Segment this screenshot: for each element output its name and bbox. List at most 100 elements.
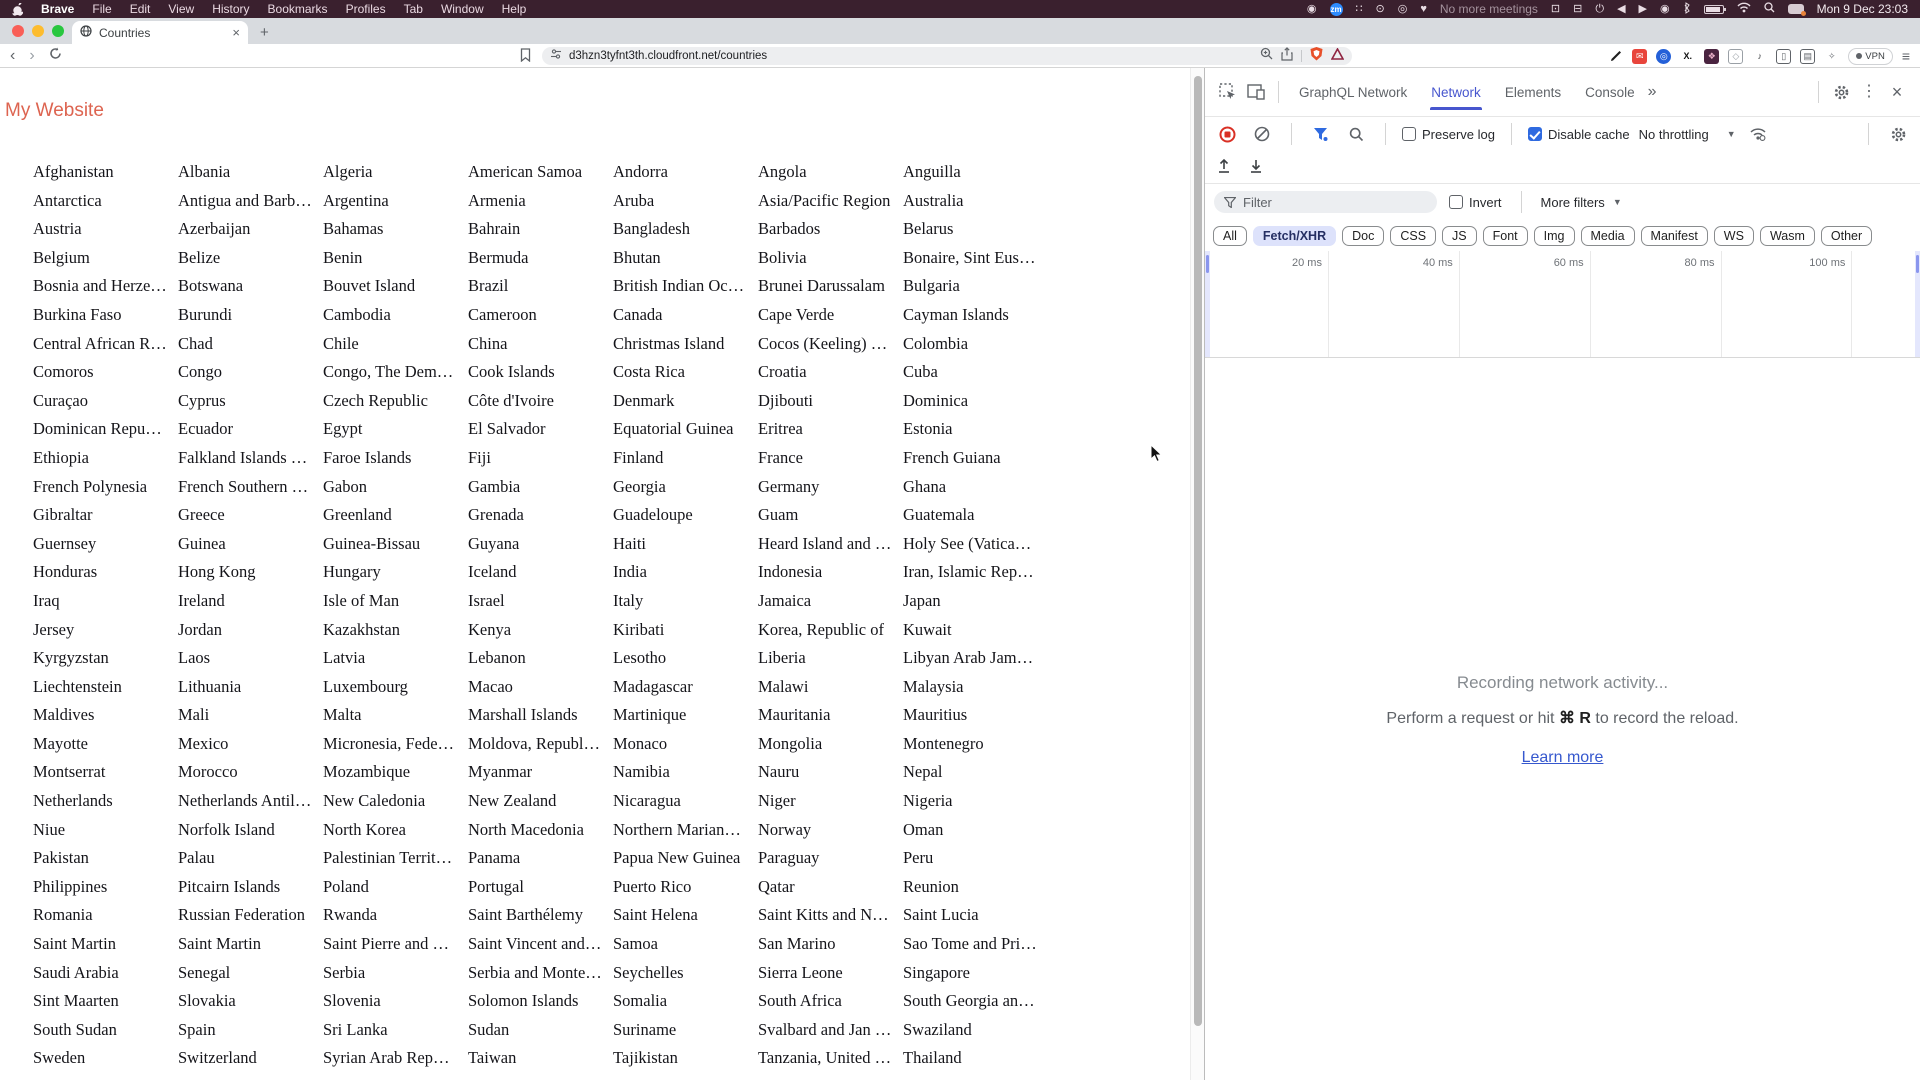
reload-button[interactable] — [49, 47, 62, 65]
mail-extension-icon[interactable]: ✉ — [1632, 48, 1648, 64]
disable-cache-checkbox[interactable]: Disable cache — [1527, 127, 1630, 142]
meeting-status-text[interactable]: No more meetings — [1440, 2, 1538, 16]
power-icon[interactable]: ⏻ — [1595, 3, 1604, 15]
import-har-icon[interactable] — [1217, 158, 1231, 177]
paste-app-icon[interactable]: ⊡ — [1551, 3, 1560, 15]
chip-fetch-xhr[interactable]: Fetch/XHR — [1252, 225, 1337, 246]
page-scrollbar-thumb[interactable] — [1194, 76, 1202, 1026]
more-tabs-icon[interactable]: » — [1648, 84, 1657, 100]
forward-button[interactable]: › — [29, 47, 34, 64]
bookmark-icon[interactable] — [520, 48, 531, 67]
filter-toggle-icon[interactable] — [1308, 121, 1334, 147]
network-overview-timeline[interactable]: 20 ms 40 ms 60 ms 80 ms 100 ms — [1205, 251, 1920, 358]
volume-icon[interactable]: ◀ — [1617, 3, 1625, 15]
menu-help[interactable]: Help — [502, 2, 527, 16]
menu-brave[interactable]: Brave — [41, 2, 74, 16]
devtools-close-icon[interactable]: × — [1884, 79, 1910, 105]
search-network-icon[interactable] — [1343, 121, 1369, 147]
card-extension-icon[interactable]: ▤ — [1800, 48, 1816, 64]
menu-history[interactable]: History — [212, 2, 249, 16]
pen-extension-icon[interactable] — [1608, 49, 1623, 64]
devtools-settings-gear-icon[interactable] — [1828, 79, 1854, 105]
atom-extension-icon[interactable]: ◎ — [1656, 48, 1672, 64]
browser-menu-button[interactable]: ≡ — [1902, 48, 1910, 64]
devtools-tab-elements[interactable]: Elements — [1494, 68, 1572, 116]
url-text[interactable]: d3hzn3tyfnt3th.cloudfront.net/countries — [569, 50, 1253, 62]
chip-img[interactable]: Img — [1533, 225, 1575, 246]
invert-filter-checkbox[interactable]: Invert — [1449, 195, 1502, 210]
keystrokes-icon[interactable]: ∷ — [1356, 3, 1363, 15]
wifi-icon[interactable] — [1737, 2, 1751, 16]
profile-switcher-icon[interactable] — [1787, 4, 1806, 16]
export-har-icon[interactable] — [1249, 158, 1263, 177]
close-window-button[interactable] — [12, 25, 24, 37]
devtools-kebab-menu-icon[interactable]: ⋮ — [1856, 79, 1882, 105]
site-permissions-icon[interactable] — [550, 47, 562, 65]
record-network-log-icon[interactable] — [1214, 121, 1240, 147]
account-icon[interactable]: ◉ — [1660, 3, 1670, 15]
menu-tab[interactable]: Tab — [404, 2, 423, 16]
throttling-dropdown[interactable]: No throttling ▼ — [1639, 127, 1736, 142]
timeline-left-handle[interactable] — [1205, 251, 1210, 357]
heart-icon[interactable]: ♥ — [1420, 3, 1427, 15]
chip-css[interactable]: CSS — [1390, 225, 1437, 246]
menu-edit[interactable]: Edit — [130, 2, 151, 16]
spotlight-search-icon[interactable] — [1763, 2, 1775, 16]
chip-media[interactable]: Media — [1580, 225, 1635, 246]
window-layout-icon[interactable]: ⊟ — [1573, 3, 1582, 15]
chip-js[interactable]: JS — [1442, 225, 1477, 246]
device-toolbar-icon[interactable] — [1243, 79, 1269, 105]
zoom-app-icon[interactable]: zm — [1329, 2, 1343, 16]
brave-rewards-icon[interactable] — [1330, 47, 1345, 65]
screen-record-icon[interactable]: ◉ — [1307, 3, 1317, 15]
chip-all[interactable]: All — [1213, 225, 1247, 246]
menu-profiles[interactable]: Profiles — [346, 2, 386, 16]
menu-file[interactable]: File — [92, 2, 111, 16]
clear-network-log-icon[interactable] — [1249, 121, 1275, 147]
battery-icon[interactable] — [1703, 4, 1726, 14]
outline-extension-icon[interactable]: ◇ — [1728, 48, 1744, 64]
time-tracker-icon[interactable]: ⊙ — [1376, 3, 1385, 15]
zoom-window-button[interactable] — [52, 25, 64, 37]
menu-window[interactable]: Window — [441, 2, 484, 16]
apple-menu-icon[interactable] — [12, 2, 23, 16]
devtools-tab-network[interactable]: Network — [1420, 68, 1492, 116]
chip-wasm[interactable]: Wasm — [1759, 225, 1815, 246]
devtools-tab-console[interactable]: Console — [1574, 68, 1646, 116]
leo-extension-icon[interactable]: ✧ — [1824, 49, 1839, 64]
tab-close-icon[interactable]: × — [232, 26, 240, 39]
page-scrollbar[interactable] — [1190, 68, 1204, 1080]
zoom-page-icon[interactable] — [1260, 47, 1273, 65]
chip-font[interactable]: Font — [1482, 225, 1528, 246]
dark-extension-icon[interactable]: ❖ — [1704, 48, 1720, 64]
share-icon[interactable] — [1281, 46, 1293, 66]
chip-doc[interactable]: Doc — [1342, 225, 1385, 246]
reader-extension-icon[interactable]: ▯ — [1776, 48, 1792, 64]
chip-other[interactable]: Other — [1820, 225, 1873, 246]
brave-shield-icon[interactable] — [1310, 46, 1323, 66]
bluetooth-icon[interactable] — [1683, 1, 1691, 17]
timeline-right-handle[interactable] — [1915, 251, 1920, 357]
back-button[interactable]: ‹ — [10, 47, 15, 64]
menu-view[interactable]: View — [168, 2, 194, 16]
vpn-button[interactable]: VPN — [1848, 47, 1893, 65]
devtools-tab-graphql-network[interactable]: GraphQL Network — [1288, 68, 1418, 116]
media-play-icon[interactable]: ▶ — [1639, 3, 1647, 15]
minimize-window-button[interactable] — [32, 25, 44, 37]
inspect-element-icon[interactable] — [1215, 79, 1241, 105]
learn-more-link[interactable]: Learn more — [1522, 749, 1604, 767]
url-bar[interactable]: d3hzn3tyfnt3th.cloudfront.net/countries — [542, 46, 1352, 66]
more-filters-dropdown[interactable]: More filters ▼ — [1541, 195, 1622, 210]
preserve-log-checkbox[interactable]: Preserve log — [1402, 127, 1495, 142]
menu-bookmarks[interactable]: Bookmarks — [268, 2, 328, 16]
call-app-icon[interactable]: ◎ — [1398, 3, 1408, 15]
tab-countries[interactable]: Countries × — [72, 21, 248, 44]
network-settings-gear-icon[interactable] — [1885, 121, 1911, 147]
network-conditions-icon[interactable] — [1745, 121, 1771, 147]
filter-input[interactable]: Filter — [1214, 191, 1437, 213]
music-extension-icon[interactable]: ♪ — [1752, 49, 1767, 64]
new-tab-button[interactable]: + — [260, 24, 269, 41]
chip-ws[interactable]: WS — [1713, 225, 1754, 246]
chip-manifest[interactable]: Manifest — [1640, 225, 1708, 246]
x-extension-icon[interactable]: X. — [1680, 49, 1695, 64]
